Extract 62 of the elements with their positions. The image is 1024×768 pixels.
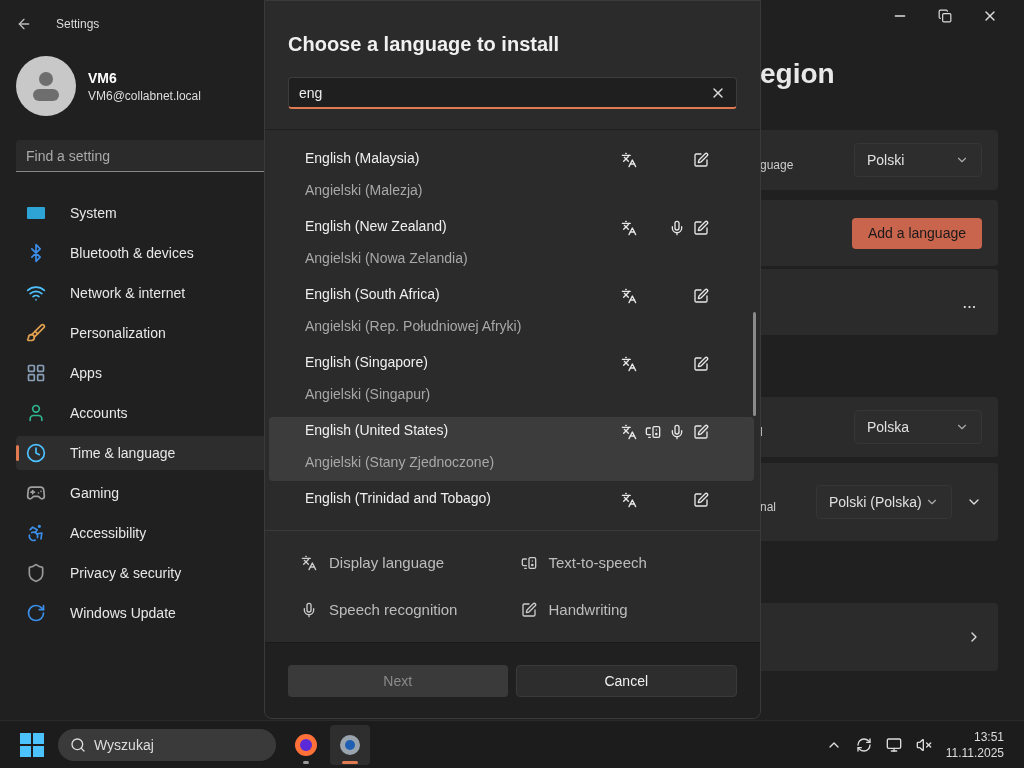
language-native-name: Angielski (Singapur) — [305, 385, 432, 404]
user-name: VM6 — [88, 69, 118, 88]
windows-logo-icon[interactable] — [20, 732, 44, 757]
legend-label: Display language — [329, 553, 445, 573]
shield-icon — [26, 563, 46, 583]
dropdown[interactable]: Polski — [854, 143, 982, 177]
dialog-button[interactable]: Cancel — [515, 664, 737, 697]
language-name: English (South Africa) — [305, 285, 441, 304]
accessibility-icon — [26, 523, 46, 543]
brush-icon — [26, 323, 46, 343]
browser-icon — [294, 732, 318, 757]
page-title: egion — [760, 57, 836, 91]
clock[interactable]: 13:51 11.11.2025 — [945, 728, 1004, 761]
language-icon — [301, 555, 317, 572]
dropdown[interactable]: Polska — [854, 410, 982, 444]
legend-label: Handwriting — [548, 599, 628, 620]
monitor-speaker-icon — [520, 555, 537, 572]
running-indicator — [342, 760, 358, 764]
nav-item[interactable]: Windows Update — [16, 596, 276, 630]
user-email: VM6@collabnet.local — [88, 88, 201, 104]
language-name: English (New Zealand) — [305, 217, 448, 236]
microphone-icon — [301, 601, 317, 618]
language-name: English (Singapore) — [305, 353, 429, 372]
network-icon[interactable] — [885, 736, 902, 753]
language-name: English (Malaysia) — [305, 149, 421, 168]
nav-item[interactable]: Privacy & security — [16, 556, 276, 590]
language-item[interactable]: English (United States) Angielski (Stany Zjednoczone) — [269, 417, 754, 481]
apps-icon — [26, 363, 46, 383]
selection-indicator — [16, 445, 19, 461]
nav-item[interactable]: Accessibility — [16, 516, 276, 550]
window-title: Settings — [56, 16, 100, 32]
setting-label: nal — [760, 499, 776, 515]
setting-label: l — [760, 424, 763, 440]
gear-icon — [338, 732, 362, 757]
running-indicator — [303, 760, 309, 764]
search-field[interactable]: eng — [288, 77, 737, 109]
dropdown[interactable]: Polski (Polska) — [816, 485, 952, 519]
language-native-name: Angielski (Rep. Południowej Afryki) — [305, 317, 523, 336]
add-language-button[interactable]: Add a language — [851, 217, 982, 249]
restore-icon[interactable] — [938, 9, 952, 23]
search-icon — [70, 736, 86, 753]
setting-label: guage — [760, 157, 794, 173]
clock-icon — [26, 443, 46, 463]
taskbar-search[interactable]: Wyszukaj — [58, 728, 276, 761]
volume-muted-icon[interactable] — [915, 736, 932, 753]
back-icon[interactable] — [16, 16, 32, 32]
legend-label: Text-to-speech — [548, 553, 647, 573]
taskbar-app[interactable] — [330, 724, 370, 765]
language-native-name: Angielski (Malezja) — [305, 181, 424, 200]
language-name: English (Trinidad and Tobago) — [305, 489, 492, 508]
more-button[interactable]: ... — [956, 288, 982, 316]
language-native-name: Angielski (Nowa Zelandia) — [305, 249, 469, 268]
language-name: English (United States) — [305, 421, 450, 440]
sync-icon[interactable] — [855, 736, 872, 753]
language-native-name: Angielski (Stany Zjednoczone) — [305, 453, 496, 472]
wifi-icon — [26, 283, 46, 303]
pen-icon — [520, 601, 537, 618]
person-icon — [26, 403, 46, 423]
gamepad-icon — [26, 483, 46, 503]
update-icon — [26, 603, 46, 623]
legend-label: Speech recognition — [329, 599, 458, 620]
dialog-title: Choose a language to install — [288, 32, 561, 57]
